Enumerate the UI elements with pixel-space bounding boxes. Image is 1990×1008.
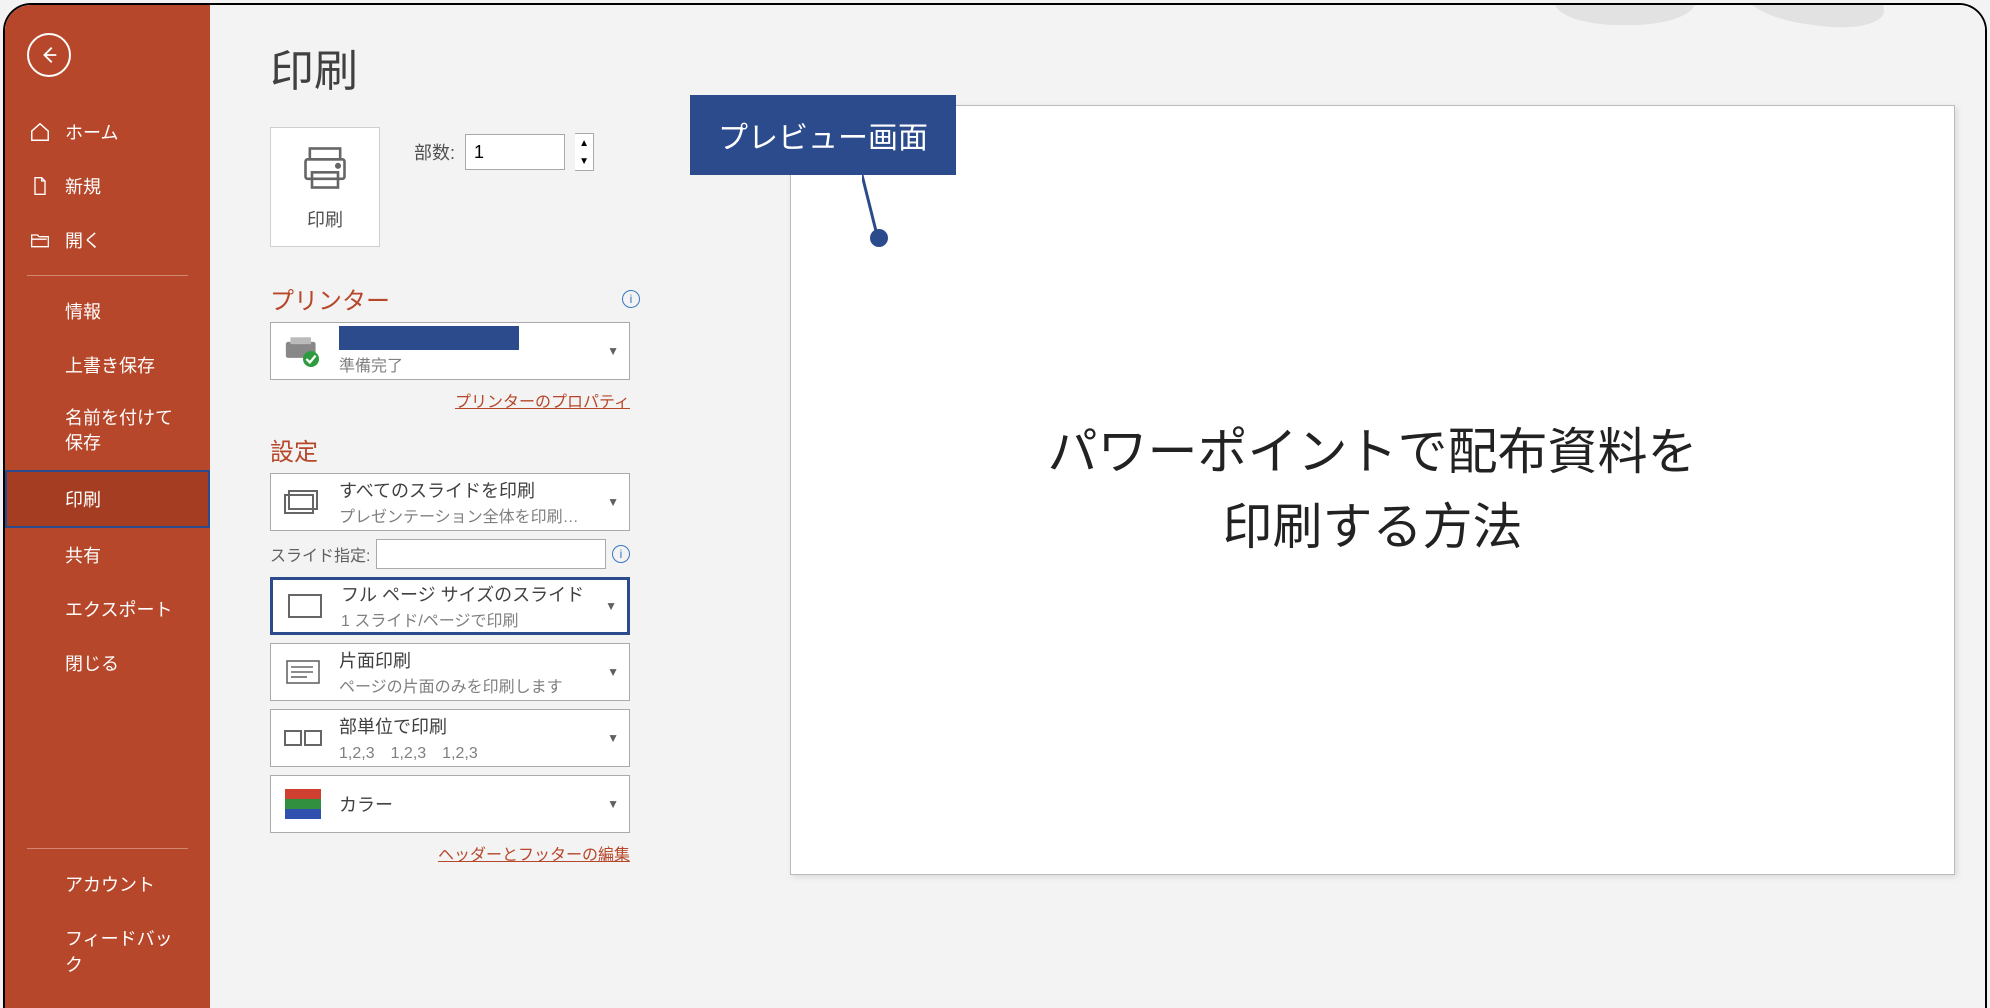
- sidebar-item-label: 閉じる: [65, 650, 119, 676]
- chevron-down-icon: ▼: [607, 665, 619, 679]
- chevron-down-icon: ▼: [607, 344, 619, 358]
- sidebar-item-label: 開く: [65, 227, 101, 253]
- sidebar-item-label: 印刷: [65, 486, 101, 512]
- sidebar-item-open[interactable]: 開く: [5, 213, 210, 267]
- layout-title: フル ページ サイズのスライド: [341, 581, 591, 607]
- printer-section-title: プリンター: [270, 281, 390, 316]
- print-button[interactable]: 印刷: [270, 127, 380, 247]
- print-settings-panel: 印刷 印刷 部数:: [210, 5, 670, 1008]
- page-title: 印刷: [270, 35, 640, 99]
- sidebar-item-feedback[interactable]: フィードバック: [5, 911, 210, 991]
- header-footer-link[interactable]: ヘッダーとフッターの編集: [438, 847, 630, 864]
- color-dropdown[interactable]: カラー ▼: [270, 775, 630, 833]
- printer-status-icon: [281, 332, 325, 370]
- print-button-label: 印刷: [307, 206, 343, 232]
- spinner-up-icon[interactable]: ▲: [575, 134, 593, 152]
- chevron-down-icon: ▼: [605, 599, 617, 613]
- sidebar-item-label: アカウント: [65, 871, 155, 897]
- chevron-down-icon: ▼: [607, 731, 619, 745]
- full-page-icon: [283, 587, 327, 625]
- collate-icon: [281, 719, 325, 757]
- sidebar-item-label: エクスポート: [65, 596, 172, 622]
- print-range-title: すべてのスライドを印刷: [339, 477, 593, 503]
- color-title: カラー: [339, 791, 593, 817]
- sidebar-item-print[interactable]: 印刷: [5, 470, 210, 528]
- sidebar-item-options[interactable]: オプション: [5, 991, 210, 1008]
- callout-label: プレビュー画面: [690, 95, 956, 175]
- oneside-sub: ページの片面のみを印刷します: [339, 673, 593, 697]
- backstage-sidebar: ホーム 新規 開く 情報 上書き保存 名前を付: [5, 5, 210, 1008]
- sidebar-item-label: ホーム: [65, 119, 118, 145]
- printer-name-redacted: [339, 326, 519, 350]
- one-side-icon: [281, 653, 325, 691]
- divider: [27, 275, 188, 276]
- printer-icon: [299, 142, 351, 194]
- sidebar-item-save[interactable]: 上書き保存: [5, 338, 210, 392]
- print-range-dropdown[interactable]: すべてのスライドを印刷 プレゼンテーション全体を印刷… ▼: [270, 473, 630, 531]
- sidebar-item-label: 情報: [65, 298, 101, 324]
- copies-input[interactable]: [465, 134, 565, 170]
- oneside-dropdown[interactable]: 片面印刷 ページの片面のみを印刷します ▼: [270, 643, 630, 701]
- callout-dot-icon: [870, 229, 888, 247]
- copies-label: 部数:: [414, 139, 455, 165]
- print-preview-area: プレビュー画面 パワーポイントで配布資料を 印刷する方法: [670, 5, 1985, 1008]
- divider: [27, 848, 188, 849]
- sidebar-item-share[interactable]: 共有: [5, 528, 210, 582]
- sidebar-item-home[interactable]: ホーム: [5, 105, 210, 159]
- collate-dropdown[interactable]: 部単位で印刷 1,2,3 1,2,3 1,2,3 ▼: [270, 709, 630, 767]
- slide-spec-input[interactable]: [376, 539, 606, 569]
- sidebar-item-new[interactable]: 新規: [5, 159, 210, 213]
- folder-open-icon: [27, 227, 53, 253]
- sidebar-item-saveas[interactable]: 名前を付けて保存: [5, 392, 210, 470]
- sidebar-item-label: 共有: [65, 542, 101, 568]
- sidebar-item-close[interactable]: 閉じる: [5, 636, 210, 690]
- oneside-title: 片面印刷: [339, 647, 593, 673]
- print-range-sub: プレゼンテーション全体を印刷…: [339, 503, 593, 527]
- sidebar-item-info[interactable]: 情報: [5, 284, 210, 338]
- sidebar-item-label: 上書き保存: [65, 352, 155, 378]
- slides-stack-icon: [281, 483, 325, 521]
- collate-title: 部単位で印刷: [339, 713, 593, 739]
- file-icon: [27, 173, 53, 199]
- color-swatch-icon: [281, 785, 325, 823]
- layout-sub: 1 スライド/ページで印刷: [341, 607, 591, 631]
- home-icon: [27, 119, 53, 145]
- sidebar-item-label: 名前を付けて保存: [65, 406, 188, 456]
- info-icon[interactable]: i: [612, 545, 630, 563]
- chevron-down-icon: ▼: [607, 797, 619, 811]
- printer-properties-link[interactable]: プリンターのプロパティ: [455, 394, 630, 411]
- sidebar-item-account[interactable]: アカウント: [5, 857, 210, 911]
- info-icon[interactable]: i: [622, 290, 640, 308]
- copies-spinner[interactable]: ▲ ▼: [575, 133, 594, 171]
- sidebar-item-label: 新規: [65, 173, 101, 199]
- back-button[interactable]: [27, 33, 71, 77]
- sidebar-item-export[interactable]: エクスポート: [5, 582, 210, 636]
- layout-dropdown[interactable]: フル ページ サイズのスライド 1 スライド/ページで印刷 ▼: [270, 577, 630, 635]
- settings-section-title: 設定: [270, 432, 318, 467]
- slide-preview: パワーポイントで配布資料を 印刷する方法: [790, 105, 1955, 875]
- printer-dropdown[interactable]: 準備完了 ▼: [270, 322, 630, 380]
- sidebar-item-label: フィードバック: [65, 925, 188, 977]
- slide-spec-label: スライド指定:: [270, 542, 370, 566]
- printer-status: 準備完了: [339, 352, 593, 376]
- collate-sub: 1,2,3 1,2,3 1,2,3: [339, 739, 593, 763]
- slide-title-text: パワーポイントで配布資料を 印刷する方法: [1048, 415, 1698, 565]
- spinner-down-icon[interactable]: ▼: [575, 152, 593, 170]
- chevron-down-icon: ▼: [607, 495, 619, 509]
